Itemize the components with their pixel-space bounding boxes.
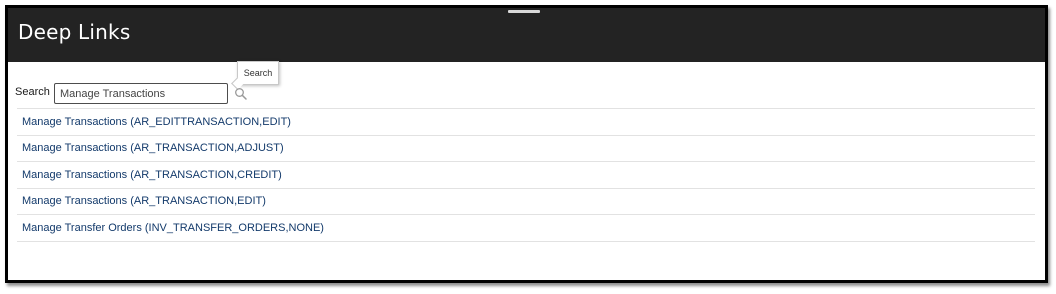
page-title: Deep Links bbox=[18, 20, 131, 44]
search-input[interactable] bbox=[54, 83, 228, 104]
list-item: Manage Transfer Orders (INV_TRANSFER_ORD… bbox=[17, 215, 1035, 242]
results-list: Manage Transactions (AR_EDITTRANSACTION,… bbox=[17, 108, 1035, 242]
drag-handle[interactable] bbox=[508, 10, 540, 13]
list-item: Manage Transactions (AR_EDITTRANSACTION,… bbox=[17, 109, 1035, 136]
list-item: Manage Transactions (AR_TRANSACTION,CRED… bbox=[17, 162, 1035, 189]
result-link[interactable]: Manage Transactions (AR_TRANSACTION,ADJU… bbox=[22, 142, 284, 154]
result-link[interactable]: Manage Transfer Orders (INV_TRANSFER_ORD… bbox=[22, 222, 324, 234]
result-link[interactable]: Manage Transactions (AR_EDITTRANSACTION,… bbox=[22, 116, 291, 128]
search-label: Search bbox=[15, 86, 50, 98]
result-link[interactable]: Manage Transactions (AR_TRANSACTION,CRED… bbox=[22, 169, 282, 181]
result-link[interactable]: Manage Transactions (AR_TRANSACTION,EDIT… bbox=[22, 195, 266, 207]
deep-links-window: Deep Links Search Search Manage Transact… bbox=[5, 5, 1048, 283]
search-icon[interactable] bbox=[234, 87, 248, 101]
search-tooltip: Search bbox=[237, 61, 279, 85]
page-header: Deep Links bbox=[8, 8, 1045, 62]
list-item: Manage Transactions (AR_TRANSACTION,EDIT… bbox=[17, 189, 1035, 215]
search-bar: Search bbox=[15, 83, 315, 105]
list-item: Manage Transactions (AR_TRANSACTION,ADJU… bbox=[17, 136, 1035, 162]
